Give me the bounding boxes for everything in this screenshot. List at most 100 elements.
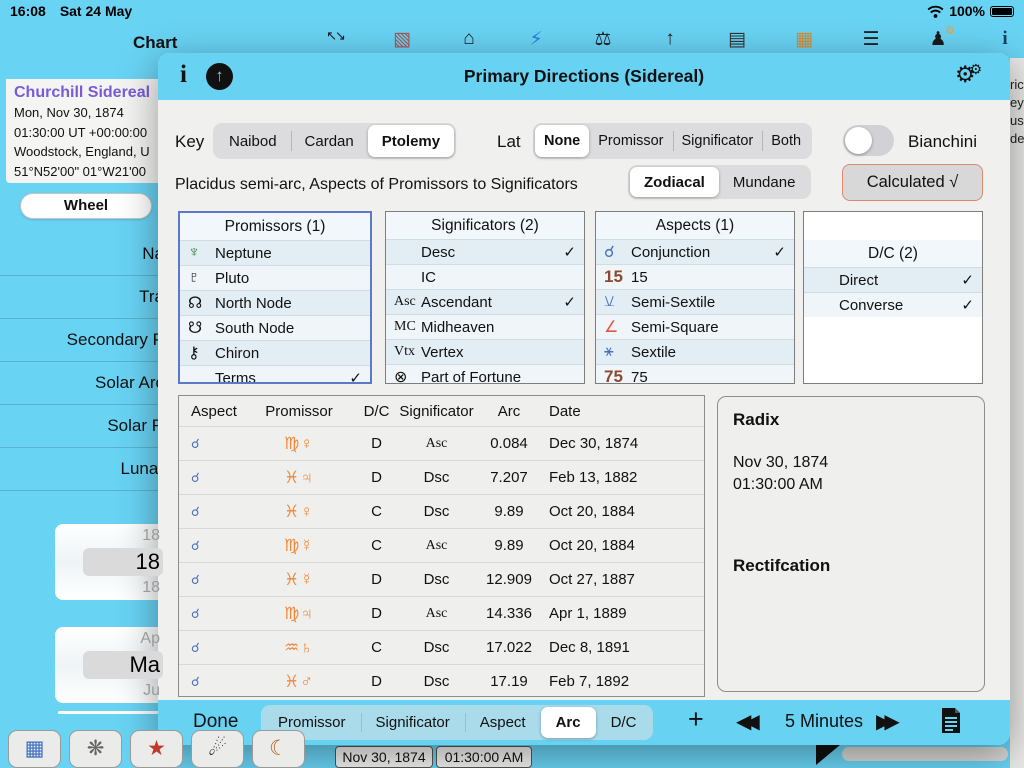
bottom-date-field[interactable]: Nov 30, 1874 [335,746,433,768]
table-row[interactable]: ☌♍♃DAsc14.336Apr 1, 1889 [179,596,704,630]
list-item-chiron[interactable]: ⚷Chiron [180,340,370,365]
date-value: Feb 13, 1882 [539,469,705,486]
picker-value[interactable]: 18 [55,524,160,548]
list-item-ic[interactable]: IC [386,264,584,289]
lat-option-significator[interactable]: Significator [673,125,763,157]
lat-option-none[interactable]: None [535,125,589,157]
list-item-semi-sextile[interactable]: ⚺Semi-Sextile [596,289,794,314]
chart-info-panel[interactable]: Churchill Sidereal Mon, Nov 30, 1874 01:… [6,79,172,183]
list-item-vertex[interactable]: VtxVertex [386,339,584,364]
sidebar-item-label: Solar Arc [95,373,164,393]
sidebar-item-lunar[interactable]: Lunar [0,448,164,491]
table-row[interactable]: ☌♓☿DDsc12.909Oct 27, 1887 [179,562,704,596]
table-row[interactable]: ☌♓♃DDsc7.207Feb 13, 1882 [179,460,704,494]
info-icon[interactable]: i [990,28,1020,51]
table-row[interactable]: ☌♒♄CDsc17.022Dec 8, 1891 [179,630,704,664]
upload-arrow-icon[interactable]: ↑ [655,28,685,51]
list-item-south-node[interactable]: ☋South Node [180,315,370,340]
wheel-button[interactable]: Wheel [20,193,152,219]
list-item-75[interactable]: 7575 [596,364,794,384]
lightning-icon[interactable]: ⚡ [521,28,551,51]
chart-coords-line: 51°N52'00" 01°W21'00 [14,162,172,182]
resize-arrows-icon[interactable]: ↖↘ [320,28,350,51]
footer-tab-arc[interactable]: Arc [541,707,596,738]
list-item-terms[interactable]: Terms✓ [180,365,370,384]
list-item-semi-square[interactable]: ∠Semi-Square [596,314,794,339]
home-icon[interactable]: ⌂ [454,28,484,51]
lat-option-promissor[interactable]: Promissor [589,125,672,157]
picker-value[interactable]: Ma [55,651,160,679]
list-item-north-node[interactable]: ☊North Node [180,290,370,315]
list-item-converse[interactable]: Converse✓ [804,292,982,317]
clipped-text-fragment: de [1010,130,1024,148]
list-item-15[interactable]: 1515 [596,264,794,289]
year-picker[interactable]: 181818 [55,524,165,600]
promissor-glyph-icon: ♍☿ [239,536,359,556]
sidebar-item-label: Secondary P [67,330,164,350]
add-button[interactable]: + [688,704,704,735]
part-of-fortune-glyph-icon: ⊗ [394,367,421,384]
table-row[interactable]: ☌♓♂DDsc17.19Feb 7, 1892 [179,664,704,697]
bottom-time-field[interactable]: 01:30:00 AM [436,746,532,768]
list-item-pluto[interactable]: ♇Pluto [180,265,370,290]
picker-value[interactable]: Ap [55,627,160,651]
bottom-slider[interactable] [842,747,1008,761]
date-value: Apr 1, 1889 [539,605,705,622]
lat-option-both[interactable]: Both [762,125,810,157]
promissor-glyph-icon: ♍♀ [239,434,359,454]
picker-value[interactable]: Ju [55,679,160,703]
table-row[interactable]: ☌♍☿CAsc9.89Oct 20, 1884 [179,528,704,562]
sidebar-item-secondary-p[interactable]: Secondary P [0,319,164,362]
key-option-cardan[interactable]: Cardan [291,125,368,157]
rewind-icon[interactable]: ◀◀ [736,709,753,734]
sidebar-item-solar-arc[interactable]: Solar Arc [0,362,164,405]
list-item-neptune[interactable]: ♆Neptune [180,240,370,265]
list-item-conjunction[interactable]: ☌Conjunction✓ [596,239,794,264]
info-icon[interactable]: i [180,61,187,89]
report-document-icon[interactable] [940,707,962,740]
grid-icon[interactable]: ▦ [789,28,819,51]
table-row[interactable]: ☌♓♀CDsc9.89Oct 20, 1884 [179,494,704,528]
bianchini-toggle[interactable] [843,125,894,156]
document-icon[interactable]: ▤ [722,28,752,51]
settings-gears-icon[interactable]: ⚙⚙ [955,61,988,88]
month-picker[interactable]: ApMaJu [55,627,165,703]
list-item-midheaven[interactable]: MCMidheaven [386,314,584,339]
sidebar-item-solar-r[interactable]: Solar R [0,405,164,448]
key-option-ptolemy[interactable]: Ptolemy [368,125,454,157]
scales-icon[interactable]: ⚖ [588,28,618,51]
list-item-ascendant[interactable]: AscAscendant✓ [386,289,584,314]
date-value: Oct 20, 1884 [539,537,705,554]
list-item-part-of-fortune[interactable]: ⊗Part of Fortune [386,364,584,384]
zodiacal-option-zodiacal[interactable]: Zodiacal [630,167,719,197]
network-button[interactable]: ❋ [69,730,122,768]
aspect-glyph-icon: ☌ [179,640,239,656]
comet-button[interactable]: ☄ [191,730,244,768]
list-item-direct[interactable]: Direct✓ [804,267,982,292]
table-row[interactable]: ☌♍♀DAsc0.084Dec 30, 1874 [179,426,704,460]
zodiacal-option-mundane[interactable]: Mundane [719,167,810,197]
picker-value[interactable]: 18 [55,576,160,600]
key-option-naibod[interactable]: Naibod [215,125,291,157]
footer-tab-aspect[interactable]: Aspect [465,707,541,738]
list-item-sextile[interactable]: ⚹Sextile [596,339,794,364]
fast-forward-icon[interactable]: ▶▶ [876,709,893,734]
stars-button[interactable]: ★ [130,730,183,768]
directions-table: AspectPromissorD/CSignificatorArcDate ☌♍… [178,395,705,697]
moon-button[interactable]: ☾ [252,730,305,768]
list-icon[interactable]: ☰ [856,28,886,51]
sidebar-item-tra[interactable]: Tra [0,276,164,319]
conjunction-glyph-icon: ☌ [604,242,631,262]
footer-tab-significator[interactable]: Significator [361,707,465,738]
person-gear-icon[interactable]: ♟⚙ [923,28,953,51]
sidebar-item-na[interactable]: Na [0,233,164,276]
item-label: Midheaven [421,319,494,336]
grid-wheel-button[interactable]: ▦ [8,730,61,768]
significators-title: Significators (2) [386,212,584,239]
calculated-button[interactable]: Calculated √ [842,164,983,201]
footer-tab-d-c[interactable]: D/C [596,707,652,738]
list-item-desc[interactable]: Desc✓ [386,239,584,264]
image-icon[interactable]: ▧ [387,28,417,51]
picker-value[interactable]: 18 [55,548,160,576]
share-up-icon[interactable]: ↑ [206,63,233,90]
